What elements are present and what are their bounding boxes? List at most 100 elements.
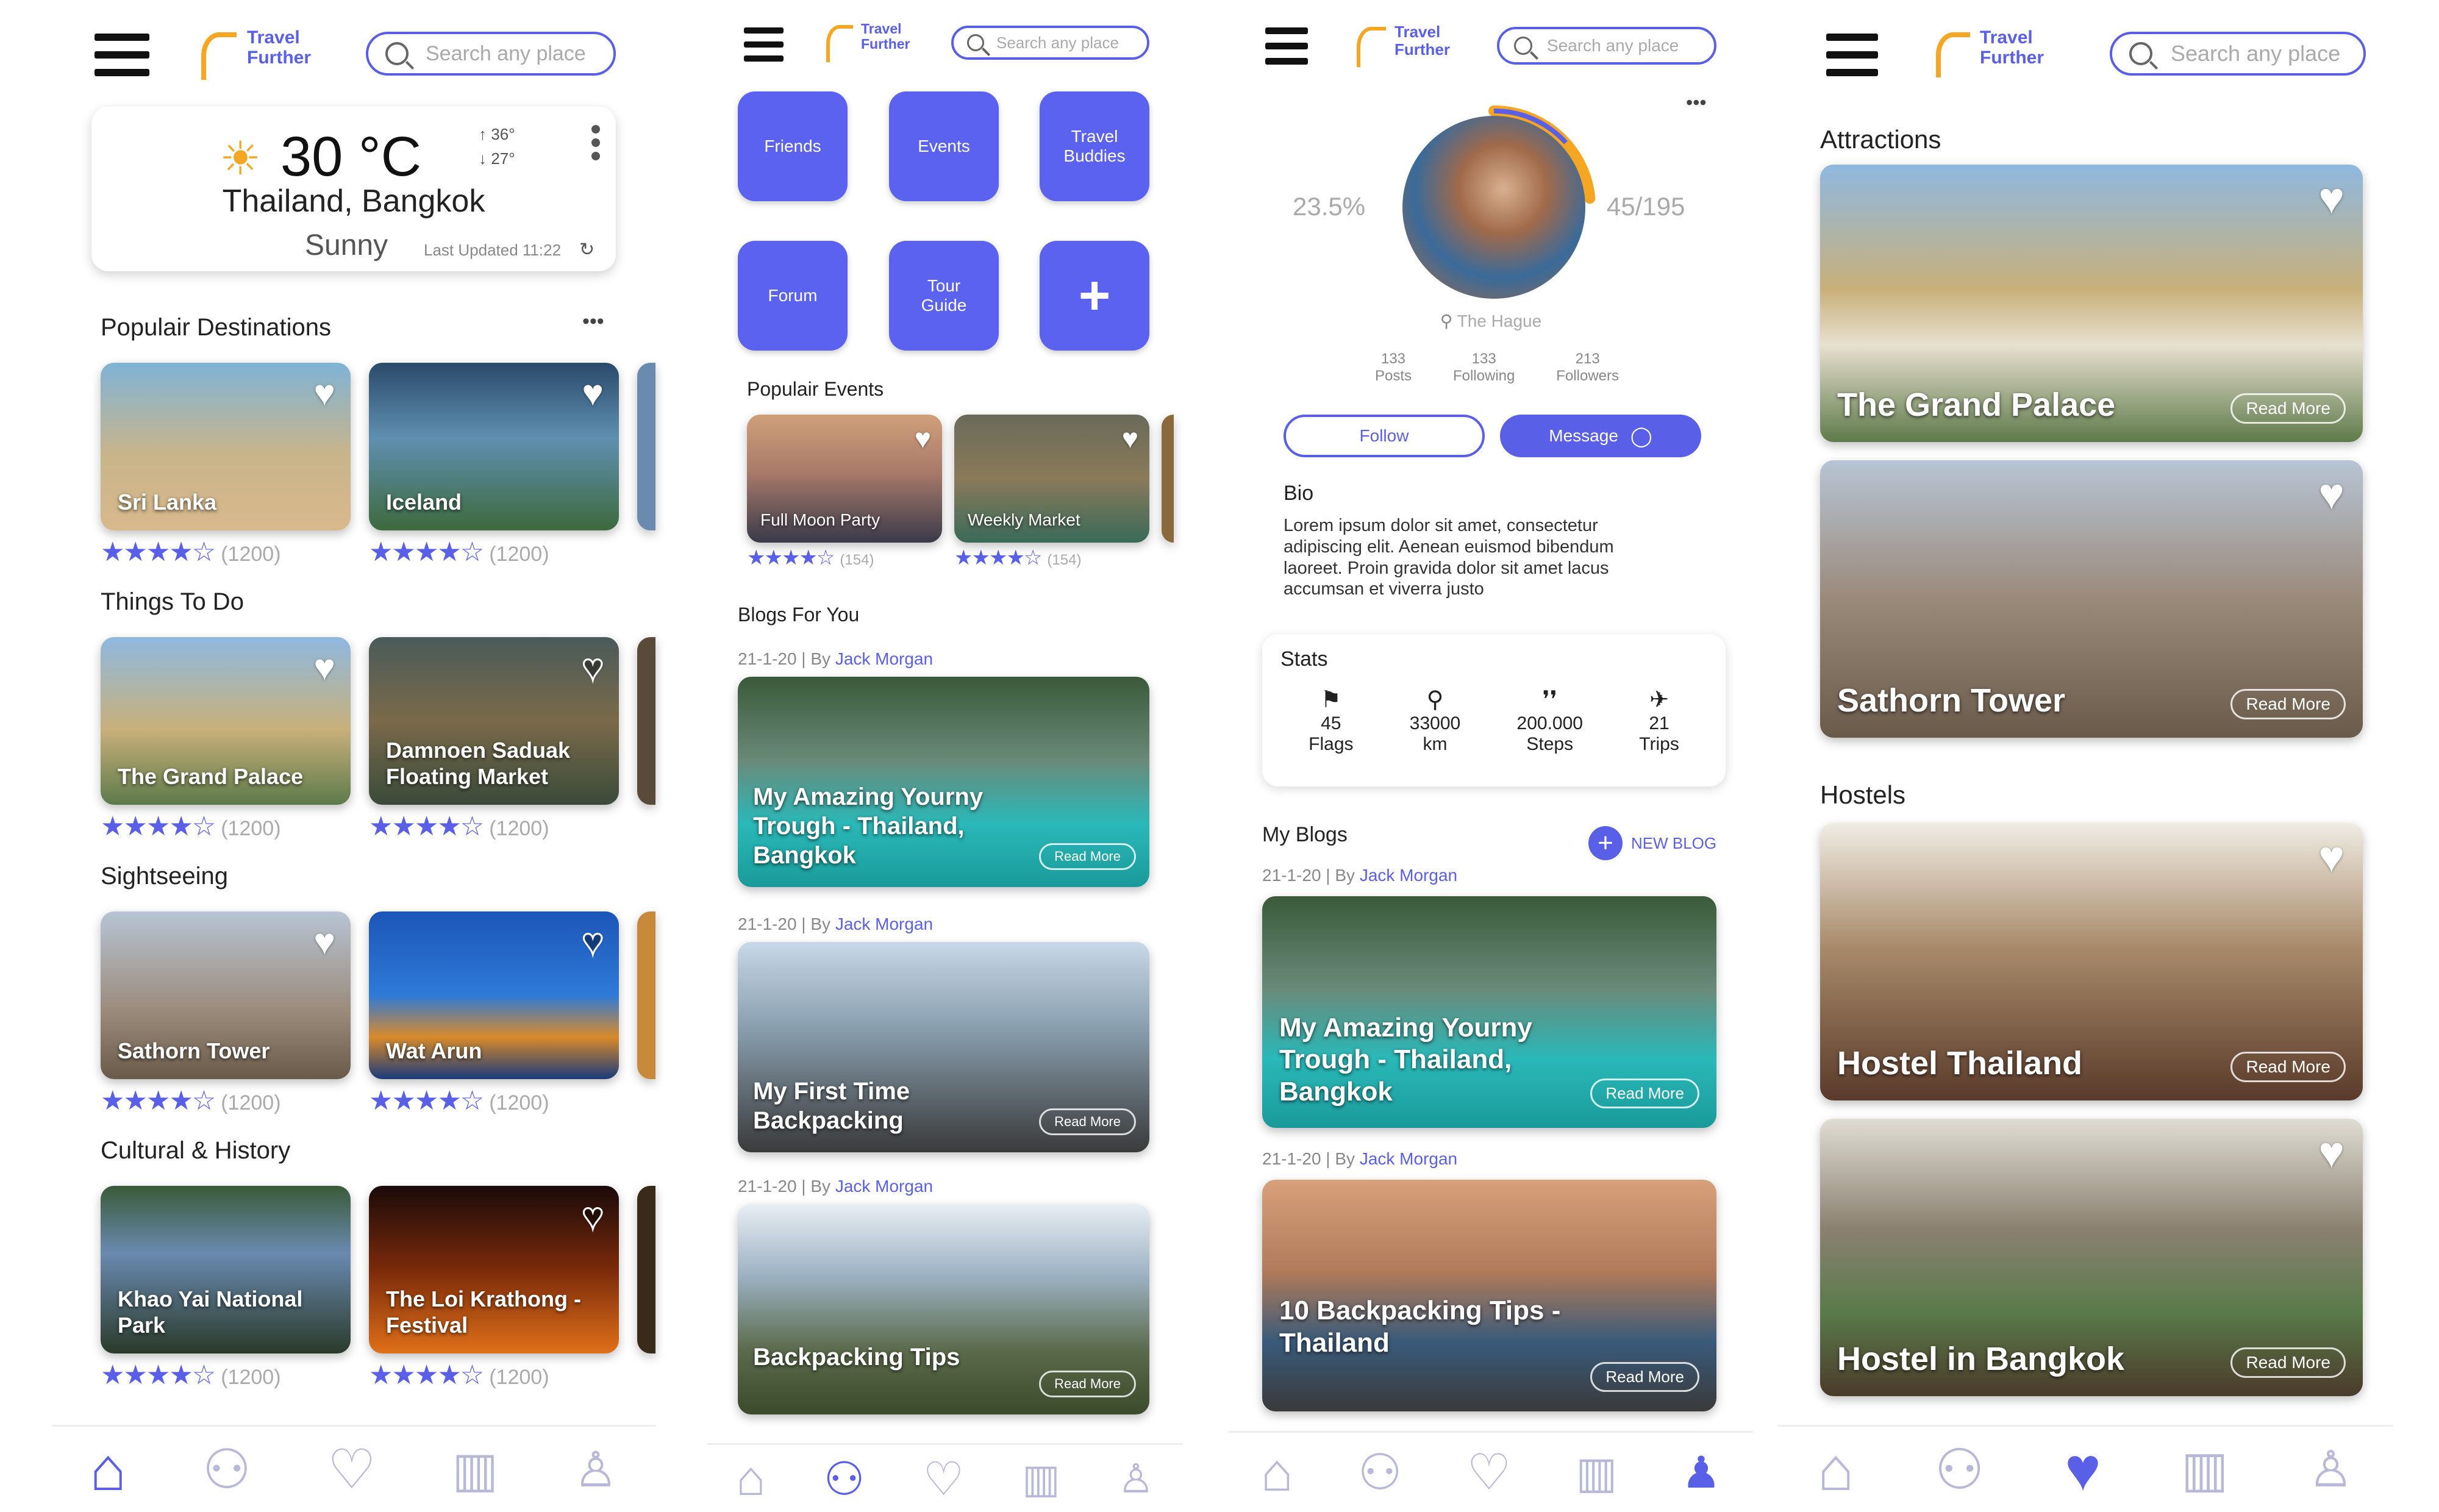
heart-icon[interactable]: ♥	[1122, 422, 1138, 455]
read-more-button[interactable]: Read More	[1590, 1079, 1699, 1108]
activity-card-partial[interactable]	[637, 637, 655, 805]
attraction-card[interactable]: ♥ Sathorn Tower Read More	[1820, 460, 2363, 738]
heart-outline-icon[interactable]: ♥	[581, 1195, 605, 1238]
search-input[interactable]: Search any place	[2110, 32, 2366, 76]
cultural-card[interactable]: ♥ The Loi Krathong - Festival	[369, 1186, 619, 1353]
map-icon[interactable]: ▥	[2181, 1441, 2228, 1499]
heart-outline-icon[interactable]: ♥	[581, 646, 605, 689]
add-button[interactable]: +	[1040, 241, 1149, 351]
message-button[interactable]: Message ◯	[1500, 415, 1701, 457]
heart-icon[interactable]: ♥	[313, 921, 335, 963]
menu-icon[interactable]	[95, 34, 149, 76]
search-input[interactable]: Search any place	[1497, 27, 1716, 65]
read-more-button[interactable]: Read More	[1039, 1371, 1136, 1397]
more-horizontal-icon[interactable]: •••	[582, 310, 604, 333]
heart-icon[interactable]: ♥	[2065, 1435, 2101, 1505]
blog-title: My First Time Backpacking	[753, 1078, 910, 1134]
read-more-button[interactable]: Read More	[2230, 1347, 2346, 1378]
heart-icon[interactable]: ♥	[915, 422, 931, 455]
menu-icon[interactable]	[744, 27, 784, 70]
blog-card[interactable]: My Amazing Yourny Trough - Thailand, Ban…	[1262, 896, 1716, 1128]
people-icon[interactable]: ⚇	[1357, 1444, 1402, 1502]
activity-card[interactable]: ♥ Damnoen Saduak Floating Market	[369, 637, 619, 805]
search-input[interactable]: Search any place	[366, 32, 616, 76]
location-label: ⚲ The Hague	[1440, 312, 1542, 330]
cultural-card-partial[interactable]	[637, 1186, 655, 1353]
attraction-card[interactable]: ♥ The Grand Palace Read More	[1820, 165, 2363, 442]
heart-icon[interactable]: ♡	[1466, 1444, 1512, 1502]
more-vertical-icon[interactable]	[591, 125, 600, 160]
progress-right: 45/195	[1607, 192, 1685, 221]
cultural-card[interactable]: Khao Yai National Park	[101, 1186, 351, 1353]
destination-card[interactable]: ♥ Iceland	[369, 363, 619, 530]
heart-icon[interactable]: ♥	[2318, 832, 2344, 882]
sightseeing-card-partial[interactable]	[637, 911, 655, 1079]
activity-card[interactable]: ♥ The Grand Palace	[101, 637, 351, 805]
heart-icon[interactable]: ♥	[582, 372, 604, 414]
heart-outline-icon[interactable]: ♥	[581, 921, 605, 963]
heart-icon[interactable]: ♥	[313, 646, 335, 688]
home-icon[interactable]: ⌂	[90, 1435, 126, 1505]
read-more-button[interactable]: Read More	[2230, 393, 2346, 424]
people-icon[interactable]: ⚇	[1934, 1437, 1984, 1502]
event-card[interactable]: ♥ Weekly Market	[954, 415, 1149, 543]
search-input[interactable]: Search any place	[951, 26, 1149, 60]
blog-meta: 21-1-20 | By Jack Morgan	[738, 1177, 934, 1196]
heart-icon[interactable]: ♥	[313, 372, 335, 414]
menu-icon[interactable]	[1826, 34, 1878, 76]
tour-guide-button[interactable]: Tour Guide	[889, 241, 999, 351]
sightseeing-card[interactable]: ♥ Sathorn Tower	[101, 911, 351, 1079]
refresh-icon[interactable]: ↻	[579, 239, 595, 260]
map-icon[interactable]: ▥	[1576, 1447, 1617, 1498]
travel-buddies-button[interactable]: Travel Buddies	[1040, 91, 1149, 201]
map-icon[interactable]: ▥	[452, 1441, 498, 1498]
author-link[interactable]: Jack Morgan	[1360, 866, 1457, 885]
friends-button[interactable]: Friends	[738, 91, 848, 201]
profile-icon[interactable]: ♙	[2309, 1441, 2354, 1499]
blog-card[interactable]: My Amazing Yourny Trough - Thailand, Ban…	[738, 677, 1149, 887]
more-horizontal-icon[interactable]: •••	[1686, 91, 1707, 114]
map-icon[interactable]: ▥	[1022, 1455, 1060, 1502]
event-card[interactable]: ♥ Full Moon Party	[747, 415, 942, 543]
heart-icon[interactable]: ♥	[2318, 469, 2344, 519]
heart-icon[interactable]: ♡	[923, 1452, 964, 1506]
author-link[interactable]: Jack Morgan	[835, 915, 933, 933]
author-link[interactable]: Jack Morgan	[835, 649, 933, 668]
menu-icon[interactable]	[1265, 27, 1308, 70]
read-more-button[interactable]: Read More	[1039, 843, 1136, 870]
heart-icon[interactable]: ♥	[2318, 174, 2344, 224]
blog-card[interactable]: Backpacking Tips Read More	[738, 1204, 1149, 1414]
home-icon[interactable]: ⌂	[1261, 1441, 1293, 1503]
stats-title: Stats	[1280, 647, 1328, 671]
read-more-button[interactable]: Read More	[2230, 1052, 2346, 1082]
read-more-button[interactable]: Read More	[1590, 1362, 1699, 1392]
destination-card-partial[interactable]	[637, 363, 655, 530]
people-icon[interactable]: ⚇	[202, 1438, 252, 1502]
avatar[interactable]	[1402, 116, 1585, 299]
event-card-partial[interactable]	[1162, 415, 1174, 543]
author-link[interactable]: Jack Morgan	[835, 1177, 933, 1196]
sightseeing-card[interactable]: ♥ Wat Arun	[369, 911, 619, 1079]
events-button[interactable]: Events	[889, 91, 999, 201]
read-more-button[interactable]: Read More	[1039, 1108, 1136, 1135]
new-blog-button[interactable]: + NEW BLOG	[1588, 826, 1716, 860]
hostel-card[interactable]: ♥ Hostel Thailand Read More	[1820, 823, 2363, 1100]
heart-icon[interactable]: ♥	[2318, 1128, 2344, 1178]
blog-card[interactable]: 10 Backpacking Tips - Thailand Read More	[1262, 1180, 1716, 1411]
destination-card[interactable]: ♥ Sri Lanka	[101, 363, 351, 530]
hostel-card[interactable]: ♥ Hostel in Bangkok Read More	[1820, 1119, 2363, 1396]
people-icon[interactable]: ⚇	[823, 1452, 865, 1506]
profile-icon[interactable]: ♟	[1682, 1447, 1721, 1498]
follow-button[interactable]: Follow	[1284, 415, 1485, 457]
forum-button[interactable]: Forum	[738, 241, 848, 351]
location-pin-icon: ⚲	[1440, 312, 1453, 330]
profile-icon[interactable]: ♙	[1118, 1455, 1154, 1502]
profile-icon[interactable]: ♙	[574, 1441, 618, 1498]
home-icon[interactable]: ⌂	[736, 1450, 765, 1507]
home-icon[interactable]: ⌂	[1818, 1435, 1854, 1505]
author-link[interactable]: Jack Morgan	[1360, 1149, 1457, 1168]
blog-title: Backpacking Tips	[753, 1344, 960, 1371]
heart-icon[interactable]: ♡	[327, 1438, 377, 1502]
read-more-button[interactable]: Read More	[2230, 689, 2346, 719]
blog-card[interactable]: My First Time Backpacking Read More	[738, 942, 1149, 1152]
